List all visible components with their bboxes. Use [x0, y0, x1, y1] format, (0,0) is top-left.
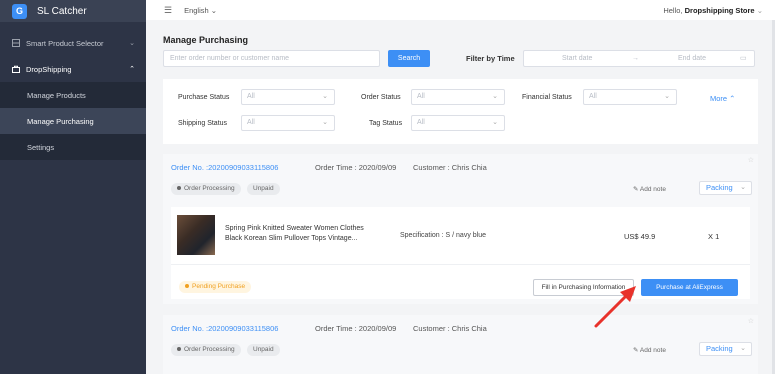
- pending-purchase-badge: Pending Purchase: [179, 281, 252, 293]
- pending-badge-text: Pending Purchase: [192, 283, 246, 290]
- order-header: Order No. :20200909033115806 Order Time …: [163, 154, 758, 207]
- product-price: US$ 49.9: [624, 232, 656, 241]
- financial-status-select[interactable]: All ⌄: [583, 89, 677, 105]
- customer-name: Customer : Chris Chia: [413, 324, 487, 333]
- app-logo-row: G SL Catcher: [0, 0, 146, 22]
- sidebar-item-smart-product-selector[interactable]: Smart Product Selector ⌄: [0, 30, 146, 56]
- more-filters-toggle[interactable]: More ⌃: [710, 94, 735, 103]
- topbar: ☰ English ⌄ Hello, Dropshipping Store ⌄: [146, 0, 775, 20]
- tag-status-label: Tag Status: [369, 120, 403, 127]
- packing-select[interactable]: Packing ⌄: [699, 342, 752, 356]
- chevron-down-icon: ⌄: [664, 93, 670, 100]
- chevron-up-icon: ⌃: [129, 66, 135, 73]
- search-button[interactable]: Search: [388, 50, 430, 67]
- date-range-picker[interactable]: Start date → End date ▭: [523, 50, 755, 67]
- order-time: Order Time : 2020/09/09: [315, 163, 397, 172]
- menu-toggle-icon[interactable]: ☰: [164, 5, 172, 16]
- user-greeting[interactable]: Hello, Dropshipping Store ⌄: [663, 6, 763, 15]
- order-time: Order Time : 2020/09/09: [315, 324, 397, 333]
- select-value: All: [247, 119, 255, 126]
- filters-panel: Purchase Status All ⌄ Order Status All ⌄ F…: [163, 79, 758, 144]
- sidebar-item-label: DropShipping: [26, 64, 72, 74]
- filter-by-time-label: Filter by Time: [466, 54, 515, 63]
- purchase-status-select[interactable]: All ⌄: [241, 89, 335, 105]
- select-value: All: [589, 93, 597, 100]
- end-date-input[interactable]: End date: [678, 55, 706, 62]
- add-note-link[interactable]: ✎ Add note: [633, 346, 666, 354]
- arrow-right-icon: →: [632, 55, 639, 62]
- app-logo-icon: G: [12, 3, 27, 19]
- payment-badge: Unpaid: [247, 344, 280, 356]
- app-name: SL Catcher: [37, 5, 87, 17]
- annotation-arrow-icon: [594, 286, 636, 328]
- star-icon[interactable]: ☆: [748, 317, 754, 325]
- product-specification: Specification : S / navy blue: [400, 232, 486, 239]
- store-name: Dropshipping Store: [684, 5, 755, 15]
- order-status-select[interactable]: All ⌄: [411, 89, 505, 105]
- status-dot: [177, 186, 181, 191]
- order-number-link[interactable]: Order No. :20200909033115806: [171, 163, 278, 172]
- purchase-at-aliexpress-button[interactable]: Purchase at AliExpress: [641, 279, 738, 296]
- product-name[interactable]: Spring Pink Knitted Sweater Women Clothe…: [225, 224, 385, 244]
- order-status-label: Order Status: [361, 94, 401, 101]
- chevron-down-icon: ⌄: [492, 119, 498, 126]
- tag-status-select[interactable]: All ⌄: [411, 115, 505, 131]
- chevron-down-icon: ⌄: [740, 184, 746, 191]
- product-name-line2: Black Korean Slim Pullover Tops Vintage.…: [225, 235, 358, 242]
- add-note-label: Add note: [639, 186, 666, 193]
- payment-badge: Unpaid: [247, 183, 280, 195]
- language-selector[interactable]: English ⌄: [184, 6, 217, 15]
- sidebar-item-dropshipping[interactable]: DropShipping ⌃: [0, 56, 146, 82]
- sidebar-item-label: Smart Product Selector: [26, 38, 104, 48]
- product-name-line1: Spring Pink Knitted Sweater Women Clothe…: [225, 225, 364, 232]
- select-value: Packing: [706, 183, 733, 192]
- status-badge: Order Processing: [171, 183, 241, 195]
- grid-icon: [12, 39, 20, 47]
- status-badge: Order Processing: [171, 344, 241, 356]
- sidebar-subitem-manage-products[interactable]: Manage Products: [0, 82, 146, 108]
- select-value: All: [417, 93, 425, 100]
- chevron-down-icon: ⌄: [740, 345, 746, 352]
- edit-icon: ✎: [633, 186, 639, 193]
- chevron-down-icon: ⌄: [492, 93, 498, 100]
- order-item-row: Spring Pink Knitted Sweater Women Clothe…: [171, 207, 750, 264]
- select-value: All: [417, 119, 425, 126]
- order-card: Order No. :20200909033115806 Order Time …: [163, 315, 758, 374]
- product-thumbnail[interactable]: [177, 215, 215, 255]
- add-note-label: Add note: [639, 347, 666, 354]
- shipping-status-label: Shipping Status: [178, 120, 228, 127]
- sidebar: G SL Catcher Smart Product Selector ⌄ Dr…: [0, 0, 146, 374]
- pending-dot: [185, 284, 189, 289]
- chevron-down-icon: ⌄: [322, 119, 328, 126]
- status-badge-text: Order Processing: [184, 346, 235, 353]
- calendar-icon: ▭: [740, 55, 747, 62]
- purchase-status-label: Purchase Status: [178, 94, 230, 101]
- order-header: Order No. :20200909033115806 Order Time …: [163, 315, 758, 368]
- sidebar-subitem-manage-purchasing[interactable]: Manage Purchasing: [0, 108, 146, 134]
- add-note-link[interactable]: ✎ Add note: [633, 185, 666, 193]
- start-date-input[interactable]: Start date: [562, 55, 592, 62]
- select-value: All: [247, 93, 255, 100]
- chevron-down-icon: ⌄: [129, 40, 135, 47]
- product-quantity: X 1: [708, 232, 720, 241]
- sidebar-subitem-settings[interactable]: Settings: [0, 134, 146, 160]
- order-card: Order No. :20200909033115806 Order Time …: [163, 154, 758, 304]
- chevron-down-icon: ⌄: [322, 93, 328, 100]
- customer-name: Customer : Chris Chia: [413, 163, 487, 172]
- packing-select[interactable]: Packing ⌄: [699, 181, 752, 195]
- main-content: Manage Purchasing Enter order number or …: [146, 20, 775, 374]
- order-number-link[interactable]: Order No. :20200909033115806: [171, 324, 278, 333]
- shipping-status-select[interactable]: All ⌄: [241, 115, 335, 131]
- search-input[interactable]: Enter order number or customer name: [163, 50, 380, 67]
- status-badge-text: Order Processing: [184, 185, 235, 192]
- financial-status-label: Financial Status: [522, 94, 572, 101]
- page-title: Manage Purchasing: [163, 35, 249, 45]
- select-value: Packing: [706, 344, 733, 353]
- status-dot: [177, 347, 181, 352]
- greeting-prefix: Hello,: [663, 5, 685, 15]
- edit-icon: ✎: [633, 347, 639, 354]
- chevron-down-icon: ⌄: [756, 5, 763, 15]
- star-icon[interactable]: ☆: [748, 156, 754, 164]
- bag-icon: [12, 65, 20, 73]
